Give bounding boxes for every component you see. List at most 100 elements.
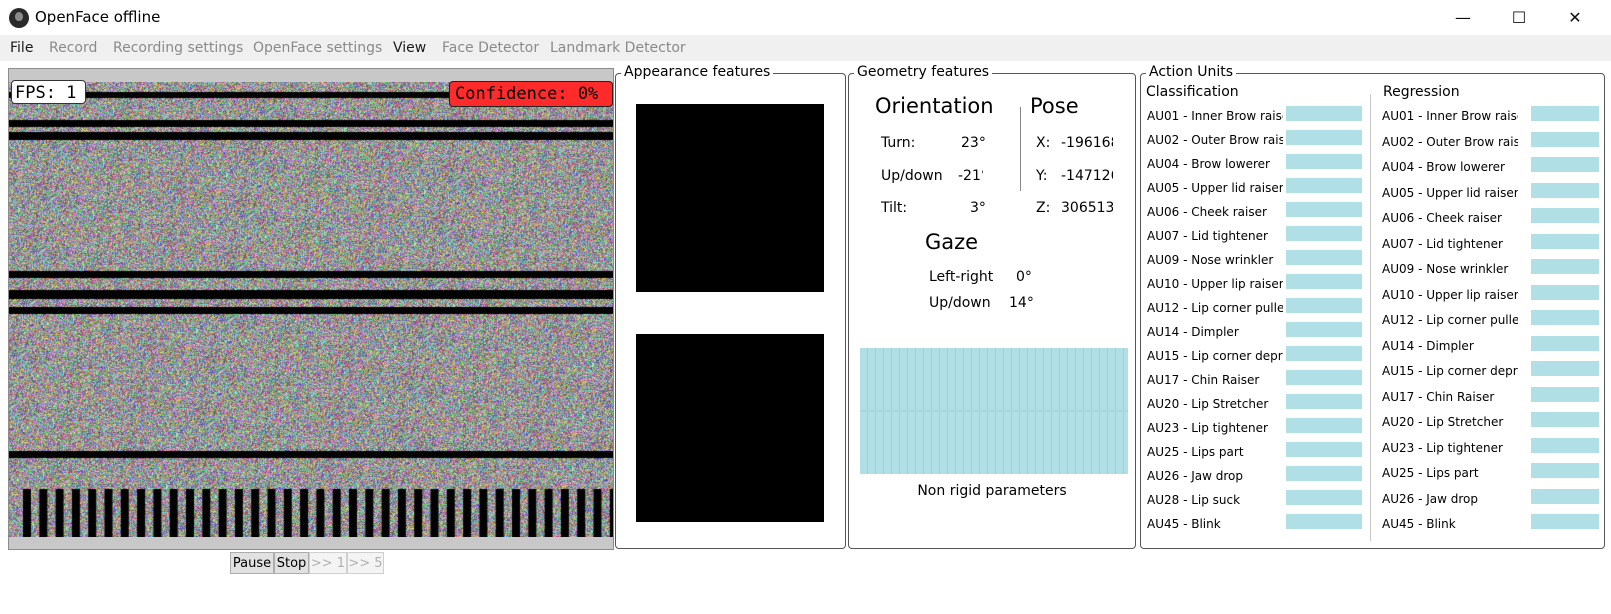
menu-record[interactable]: Record [49,40,97,56]
pose-heading: Pose [1030,94,1079,118]
skip-5-button[interactable]: >> 5 [347,552,384,574]
pose-y-label: Y: [1036,168,1048,184]
classification-intensity-bar [1286,418,1362,433]
pose-x-value: -196168 [1061,135,1113,151]
appearance-features-title: Appearance features [621,64,774,80]
classification-intensity-bar [1286,130,1362,145]
regression-intensity-bar [1531,310,1599,325]
regression-row: AU07 - Lid tightener [1378,233,1601,252]
classification-row: AU15 - Lip corner depres [1143,346,1364,364]
menu-face-detector[interactable]: Face Detector [442,40,539,56]
menu-view[interactable]: View [393,40,426,56]
regression-intensity-bar [1531,361,1599,376]
regression-row: AU09 - Nose wrinkler [1378,259,1601,277]
regression-row: AU15 - Lip corner depres [1378,361,1601,379]
nonrigid-bars [860,348,1128,474]
maximize-button[interactable]: ☐ [1496,2,1542,32]
video-frame [9,82,613,537]
classification-intensity-bar [1286,226,1362,241]
classification-row: AU20 - Lip Stretcher [1143,394,1364,412]
title-bar: OpenFace offline — ☐ ✕ [0,0,1611,34]
regression-row: AU12 - Lip corner puller ( [1378,310,1601,328]
classification-intensity-bar [1286,274,1362,289]
regression-row: AU45 - Blink [1378,514,1601,532]
regression-label: AU17 - Chin Raiser [1382,389,1495,404]
pose-z-label: Z: [1036,200,1051,216]
classification-intensity-bar [1286,154,1362,169]
classification-row: AU02 - Outer Brow raiser [1143,130,1364,148]
classification-row: AU12 - Lip corner puller ( [1143,298,1364,316]
menu-recording-settings[interactable]: Recording settings [113,40,243,56]
regression-section: Regression AU01 - Inner Brow raiser AU02 … [1378,84,1602,541]
regression-intensity-bar [1531,208,1599,223]
classification-label: AU04 - Brow lowerer [1147,157,1270,171]
appearance-features-panel: Appearance features [615,64,846,549]
classification-row: AU09 - Nose wrinkler [1143,250,1364,268]
classification-label: AU28 - Lip suck [1147,493,1241,507]
classification-label: AU25 - Lips part [1147,445,1244,459]
classification-row: AU17 - Chin Raiser [1143,370,1364,388]
classification-intensity-bar [1286,178,1362,193]
regression-label: AU02 - Outer Brow raiser [1382,134,1518,149]
classification-intensity-bar [1286,106,1362,121]
appearance-image-bottom [636,334,824,522]
regression-label: AU26 - Jaw drop [1382,491,1478,506]
regression-label: AU04 - Brow lowerer [1382,160,1505,174]
regression-row: AU17 - Chin Raiser [1378,386,1601,405]
tilt-label: Tilt: [881,200,908,216]
classification-label: AU12 - Lip corner puller ( [1147,301,1283,315]
classification-label: AU06 - Cheek raiser [1147,205,1267,219]
regression-label: AU06 - Cheek raiser [1382,211,1502,225]
regression-intensity-bar [1531,463,1599,478]
regression-label: AU12 - Lip corner puller ( [1382,313,1518,327]
geometry-features-title: Geometry features [854,64,993,80]
minimize-button[interactable]: — [1440,2,1486,32]
action-units-panel: Action Units Classification AU01 - Inner… [1140,64,1605,549]
stop-button[interactable]: Stop [274,552,309,574]
classification-intensity-bar [1286,370,1362,385]
close-button[interactable]: ✕ [1552,2,1598,32]
pause-button[interactable]: Pause [230,552,274,574]
regression-row: AU04 - Brow lowerer [1378,157,1601,175]
classification-label: AU45 - Blink [1147,517,1221,531]
menu-openface-settings[interactable]: OpenFace settings [253,40,382,56]
regression-intensity-bar [1531,182,1599,198]
regression-label: AU25 - Lips part [1382,466,1479,480]
regression-row: AU02 - Outer Brow raiser [1378,131,1601,150]
regression-row: AU26 - Jaw drop [1378,488,1601,507]
action-units-title: Action Units [1146,64,1237,80]
regression-row: AU01 - Inner Brow raiser [1378,106,1601,124]
pose-z-value: 3065134 [1061,200,1113,216]
regression-intensity-bar [1531,437,1599,453]
regression-title: Regression [1381,84,1462,100]
orientation-updown-label: Up/down [881,168,943,184]
turn-label: Turn: [881,135,916,151]
gaze-left-right-value: 0° [1016,269,1032,285]
classification-row: AU23 - Lip tightener [1143,418,1364,436]
classification-row: AU28 - Lip suck [1143,490,1364,508]
regression-row: AU14 - Dimpler [1378,335,1601,354]
menu-landmark-detector[interactable]: Landmark Detector [550,40,686,56]
regression-label: AU05 - Upper lid raiser [1382,185,1518,200]
app-icon [9,8,29,28]
pose-divider [1020,107,1021,191]
regression-intensity-bar [1531,412,1599,427]
gaze-updown-label: Up/down [929,295,991,311]
classification-label: AU02 - Outer Brow raiser [1147,133,1283,147]
classification-label: AU10 - Upper lip raiser [1147,277,1283,291]
nonrigid-parameters-label: Non rigid parameters [917,483,1067,499]
skip-1-button[interactable]: >> 1 [309,552,347,574]
menu-file[interactable]: File [10,40,33,56]
classification-row: AU25 - Lips part [1143,442,1364,460]
regression-label: AU01 - Inner Brow raiser [1382,109,1518,123]
regression-label: AU14 - Dimpler [1382,338,1474,353]
classification-row: AU07 - Lid tightener [1143,226,1364,244]
regression-intensity-bar [1531,514,1599,529]
regression-label: AU07 - Lid tightener [1382,236,1503,251]
regression-row: AU05 - Upper lid raiser [1378,182,1601,201]
classification-row: AU06 - Cheek raiser [1143,202,1364,220]
regression-label: AU15 - Lip corner depres [1382,364,1518,378]
orientation-heading: Orientation [875,94,994,118]
pose-y-value: -147126 [1061,168,1113,184]
classification-row: AU26 - Jaw drop [1143,466,1364,484]
